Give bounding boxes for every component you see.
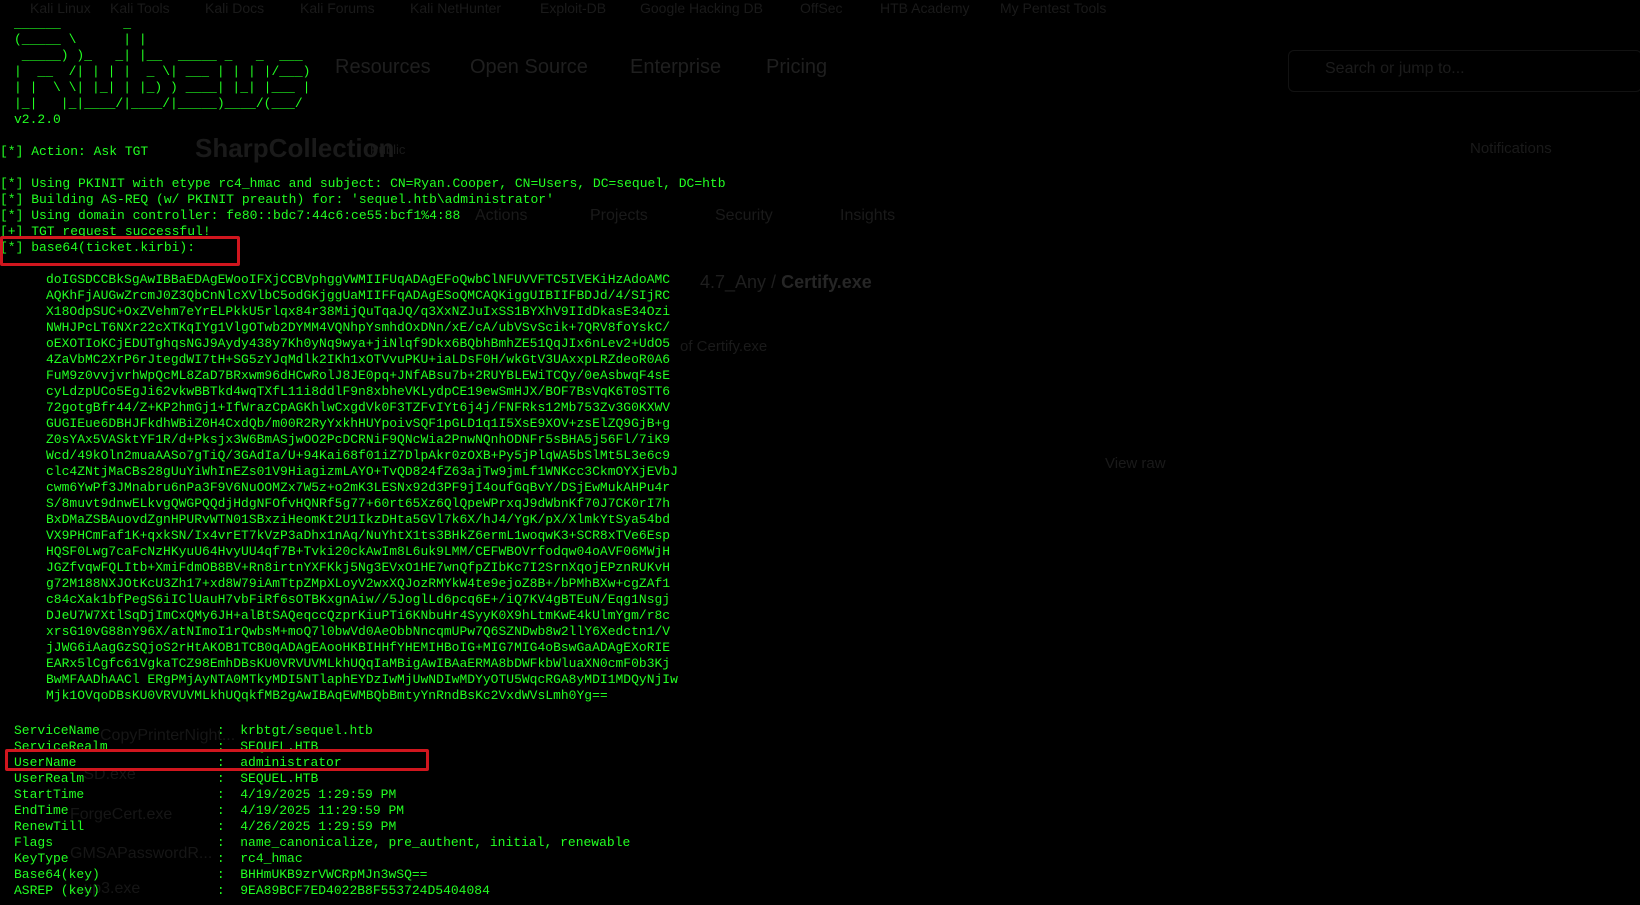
bookmark-htb-academy[interactable]: HTB Academy bbox=[880, 0, 969, 16]
nav-resources[interactable]: Resources bbox=[335, 56, 431, 79]
bookmark-kali-linux[interactable]: Kali Linux bbox=[30, 0, 91, 16]
bookmark-kali-forums[interactable]: Kali Forums bbox=[300, 0, 375, 16]
action-line: [*] Action: Ask TGT bbox=[0, 144, 149, 159]
bookmark-kali-tools[interactable]: Kali Tools bbox=[110, 0, 170, 16]
nav-open-source[interactable]: Open Source bbox=[470, 56, 588, 79]
bookmark-exploit-db[interactable]: Exploit-DB bbox=[540, 0, 606, 16]
bookmark-kali-docs[interactable]: Kali Docs bbox=[205, 0, 264, 16]
notifications-button[interactable]: Notifications bbox=[1470, 140, 1552, 157]
version-label: v2.2.0 bbox=[14, 112, 61, 127]
bookmark-google-hacking-db[interactable]: Google Hacking DB bbox=[640, 0, 763, 16]
nav-enterprise[interactable]: Enterprise bbox=[630, 56, 721, 79]
highlight-username bbox=[5, 749, 429, 771]
search-placeholder: Search or jump to... bbox=[1325, 60, 1465, 77]
rubeus-ascii-banner: ______ _ (_____ \ | | _____) )_ _| |__ _… bbox=[14, 16, 311, 111]
bookmark-offsec[interactable]: OffSec bbox=[800, 0, 843, 16]
history-label[interactable]: of Certify.exe bbox=[680, 338, 767, 355]
bookmark-kali-nethunter[interactable]: Kali NetHunter bbox=[410, 0, 501, 16]
repo-visibility-badge: Public bbox=[370, 142, 406, 157]
tab-insights[interactable]: Insights bbox=[840, 207, 895, 225]
nav-pricing[interactable]: Pricing bbox=[766, 56, 827, 79]
breadcrumb-file: Certify.exe bbox=[781, 272, 872, 292]
ticket-base64: doIGSDCCBkSgAwIBBaEDAgEWooIFXjCCBVphggVW… bbox=[46, 272, 678, 703]
repo-title[interactable]: SharpCollection bbox=[195, 133, 394, 164]
view-raw-link[interactable]: View raw bbox=[1105, 455, 1166, 472]
breadcrumb: 4.7_Any / Certify.exe bbox=[700, 272, 872, 293]
highlight-base64-label bbox=[0, 236, 240, 266]
bookmark-my-pentest-tools[interactable]: My Pentest Tools bbox=[1000, 0, 1106, 16]
breadcrumb-path[interactable]: 4.7_Any / bbox=[700, 272, 776, 292]
